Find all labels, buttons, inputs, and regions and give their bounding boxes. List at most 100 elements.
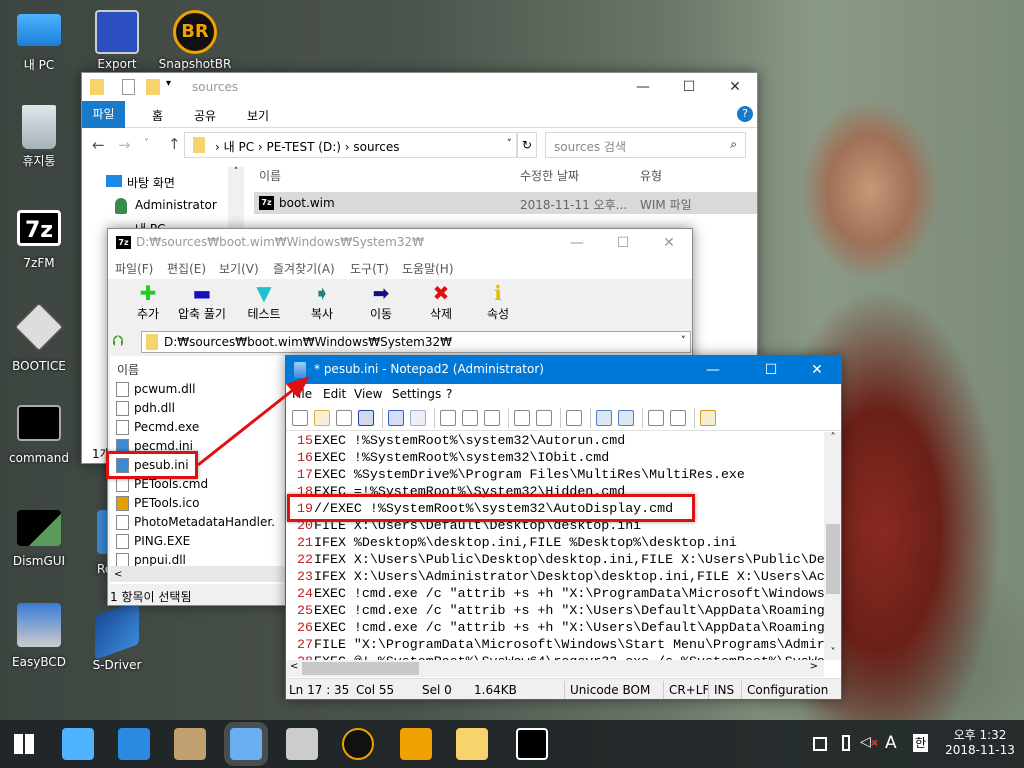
column-header-date[interactable]: 수정한 날짜 bbox=[520, 167, 579, 184]
menu-edit[interactable]: 편집(E) bbox=[167, 260, 206, 277]
maximize-button[interactable]: ☐ bbox=[600, 229, 646, 257]
zoom-in-icon[interactable] bbox=[596, 410, 612, 426]
taskbar-internet-explorer-button[interactable] bbox=[118, 728, 150, 760]
properties-icon[interactable] bbox=[122, 79, 135, 95]
column-header-type[interactable]: 유형 bbox=[640, 167, 662, 184]
horizontal-scrollbar[interactable]: < bbox=[110, 566, 285, 582]
menu-view[interactable]: 보기(V) bbox=[219, 260, 259, 277]
dropdown-icon[interactable]: ˅ bbox=[681, 334, 687, 347]
breadcrumb-sources[interactable]: sources bbox=[353, 140, 399, 154]
menu-favorites[interactable]: 즐겨찾기(A) bbox=[273, 260, 335, 277]
search-input[interactable]: sources 검색 ⌕ bbox=[545, 132, 746, 158]
toolbar-button-delete[interactable]: ✖ 삭제 bbox=[413, 281, 469, 322]
minimize-button[interactable]: — bbox=[554, 229, 600, 257]
clock[interactable]: 오후 1:32 2018-11-13 bbox=[945, 726, 1015, 757]
ribbon-tab-home[interactable]: 홈 bbox=[152, 107, 163, 124]
editor-area[interactable]: 15EXEC !%SystemRoot%\system32\Autorun.cm… bbox=[286, 432, 824, 660]
menu-help[interactable]: ? bbox=[446, 387, 452, 401]
help-icon[interactable]: ? bbox=[737, 106, 753, 122]
taskbar-7zip-button[interactable] bbox=[516, 728, 548, 760]
scrollbar-thumb[interactable] bbox=[302, 662, 419, 675]
customize-icon[interactable] bbox=[670, 410, 686, 426]
minimize-button[interactable]: — bbox=[620, 73, 666, 101]
desktop-icon-dismgui[interactable]: DismGUI bbox=[1, 510, 77, 568]
address-bar[interactable]: › 내 PC › PE-TEST (D:) › sources ˅ bbox=[184, 132, 517, 158]
replace-icon[interactable] bbox=[536, 410, 552, 426]
menu-edit[interactable]: Edit bbox=[323, 387, 346, 401]
status-line-ending[interactable]: CR+LF bbox=[669, 683, 709, 697]
maximize-button[interactable]: ☐ bbox=[666, 73, 712, 101]
taskbar-power-button[interactable] bbox=[400, 728, 432, 760]
desktop-icon-snapshotbr[interactable]: BR SnapshotBR bbox=[157, 10, 233, 71]
desktop-icon-my-pc[interactable]: 내 PC bbox=[1, 10, 77, 73]
notepad2-window[interactable]: * pesub.ini - Notepad2 (Administrator) —… bbox=[285, 355, 842, 700]
path-combobox[interactable]: D:₩sources₩boot.wim₩Windows₩System32₩ ˅ bbox=[141, 331, 691, 353]
taskbar-media-button[interactable] bbox=[174, 728, 206, 760]
ribbon-tab-share[interactable]: 공유 bbox=[194, 107, 216, 124]
zoom-out-icon[interactable] bbox=[618, 410, 634, 426]
toolbar-button-info[interactable]: ℹ 속성 bbox=[470, 281, 526, 322]
file-row[interactable]: PING.EXE bbox=[114, 532, 284, 551]
file-row[interactable]: PETools.ico bbox=[114, 494, 284, 513]
menu-tools[interactable]: 도구(T) bbox=[350, 260, 389, 277]
paste-icon[interactable] bbox=[484, 410, 500, 426]
desktop-icon-easybcd[interactable]: EasyBCD bbox=[1, 603, 77, 669]
cut-icon[interactable] bbox=[440, 410, 456, 426]
desktop-icon-command[interactable]: command bbox=[1, 405, 77, 465]
find-icon[interactable] bbox=[514, 410, 530, 426]
redo-icon[interactable] bbox=[410, 410, 426, 426]
ime-hangul-indicator[interactable]: 한 bbox=[913, 734, 929, 752]
minimize-button[interactable]: — bbox=[690, 356, 736, 384]
quick-access-dropdown-icon[interactable]: ▾ bbox=[166, 78, 171, 89]
nav-item-desktop[interactable]: 바탕 화면 bbox=[127, 174, 175, 191]
breadcrumb-my-pc[interactable]: 내 PC bbox=[224, 140, 254, 154]
desktop-icon-export[interactable]: Export bbox=[79, 10, 155, 71]
nav-item-administrator[interactable]: Administrator bbox=[135, 198, 217, 212]
toolbar-button-extract[interactable]: ▬ 압축 풀기 bbox=[174, 281, 230, 322]
desktop-icon-7zfm[interactable]: 7z 7zFM bbox=[1, 210, 77, 270]
copy-icon[interactable] bbox=[462, 410, 478, 426]
menu-view[interactable]: View bbox=[354, 387, 382, 401]
close-button[interactable]: ✕ bbox=[794, 356, 840, 384]
browse-icon[interactable] bbox=[336, 410, 352, 426]
taskbar-snapshotbr-button[interactable] bbox=[342, 728, 374, 760]
volume-muted-icon[interactable]: ◁✖ bbox=[860, 734, 878, 750]
desktop-icon-recycle-bin[interactable]: 휴지통 bbox=[1, 105, 77, 169]
network-icon[interactable] bbox=[813, 737, 827, 751]
breadcrumb-drive[interactable]: PE-TEST (D:) bbox=[267, 140, 341, 154]
up-button[interactable]: ↑ bbox=[168, 135, 181, 153]
file-row[interactable]: PhotoMetadataHandler. bbox=[114, 513, 284, 532]
horizontal-scrollbar[interactable]: < > bbox=[286, 660, 824, 677]
up-folder-icon[interactable]: ⮉ bbox=[112, 332, 123, 350]
desktop-icon-s-driver[interactable]: S-Driver bbox=[79, 599, 155, 672]
file-row[interactable]: 7z boot.wim 2018-11-11 오후... WIM 파일 bbox=[254, 192, 757, 214]
taskbar-start-button[interactable] bbox=[8, 728, 40, 760]
column-header-name[interactable]: 이름 bbox=[117, 361, 139, 378]
recent-locations-icon[interactable]: ˅ bbox=[144, 138, 149, 149]
word-wrap-icon[interactable] bbox=[566, 410, 582, 426]
close-button[interactable]: ✕ bbox=[646, 229, 692, 257]
maximize-button[interactable]: ☐ bbox=[748, 356, 794, 384]
toolbar-button-add[interactable]: ✚ 추가 bbox=[120, 281, 176, 322]
ribbon-tab-file[interactable]: 파일 bbox=[82, 101, 125, 128]
taskbar-my-pc-button[interactable] bbox=[62, 728, 94, 760]
toolbar-button-move[interactable]: ➡ 이동 bbox=[353, 281, 409, 322]
exit-icon[interactable] bbox=[700, 410, 716, 426]
toolbar-button-test[interactable]: ▼ 테스트 bbox=[236, 281, 292, 322]
address-dropdown-icon[interactable]: ˅ bbox=[507, 137, 513, 150]
status-scheme[interactable]: Configuration bbox=[747, 683, 828, 697]
usb-icon[interactable] bbox=[842, 735, 850, 751]
menu-help[interactable]: 도움말(H) bbox=[402, 260, 454, 277]
column-header-name[interactable]: 이름 bbox=[259, 167, 281, 184]
status-encoding[interactable]: Unicode BOM bbox=[570, 683, 650, 697]
new-folder-icon[interactable] bbox=[146, 79, 160, 95]
taskbar-notepad2-button[interactable] bbox=[230, 728, 262, 760]
status-insert-mode[interactable]: INS bbox=[714, 683, 734, 697]
taskbar-drive-button[interactable] bbox=[286, 728, 318, 760]
refresh-button[interactable]: ↻ bbox=[517, 132, 537, 158]
save-icon[interactable] bbox=[358, 410, 374, 426]
close-button[interactable]: ✕ bbox=[712, 73, 757, 101]
menu-settings[interactable]: Settings bbox=[392, 387, 441, 401]
ribbon-tab-view[interactable]: 보기 bbox=[247, 107, 269, 124]
scheme-icon[interactable] bbox=[648, 410, 664, 426]
